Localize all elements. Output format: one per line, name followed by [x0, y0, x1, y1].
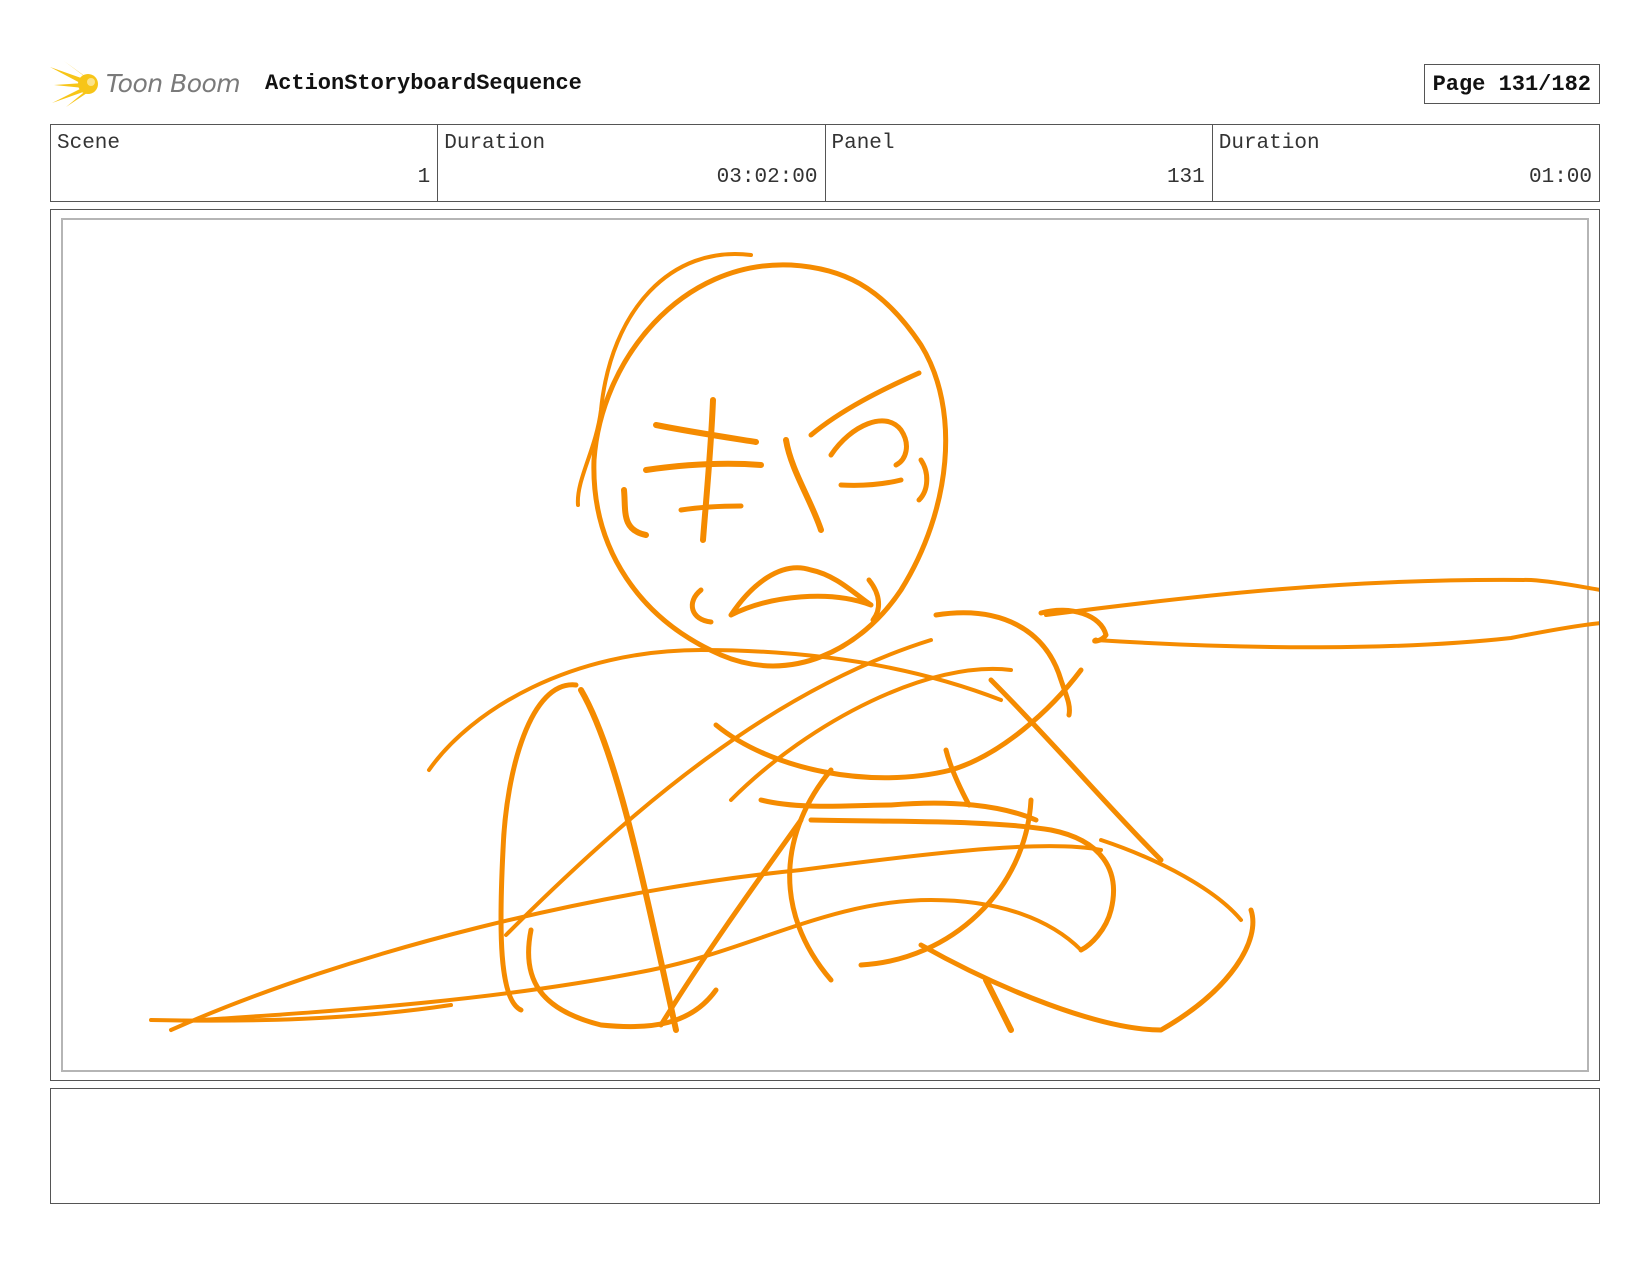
sketch-face-mark-1	[700, 397, 716, 543]
sketch-ear	[916, 457, 930, 503]
panel-duration-value: 01:00	[1528, 166, 1592, 189]
sketch-leg-mid	[658, 817, 804, 1028]
logo-text: Toon Boom	[106, 69, 241, 98]
panel-cell: Panel 131	[826, 125, 1213, 201]
sketch-chest-curve	[713, 667, 1084, 781]
sketch-head-outline	[591, 262, 949, 669]
sketch-belly	[787, 767, 834, 983]
panel-label: Panel	[831, 132, 895, 155]
page-header: Toon Boom ActionStoryboardSequence Page …	[50, 55, 1600, 115]
sketch-right-torso	[988, 677, 1164, 863]
storyboard-sketch	[149, 252, 1599, 1033]
sketch-brow-left	[653, 422, 759, 445]
panel-duration-cell: Duration 01:00	[1213, 125, 1599, 201]
panel-duration-label: Duration	[1218, 132, 1320, 155]
scene-duration-cell: Duration 03:02:00	[438, 125, 826, 201]
sketch-hip	[1099, 838, 1243, 922]
scene-value: 1	[417, 166, 431, 189]
toon-boom-logo-icon	[50, 61, 98, 107]
scene-label: Scene	[57, 132, 121, 155]
scene-duration-label: Duration	[444, 132, 546, 155]
sketch-eye-line	[838, 477, 904, 488]
sketch-pointing-arm-top	[1044, 577, 1599, 617]
sketch-waist-mark	[943, 747, 972, 808]
sketch-nose	[783, 437, 824, 533]
sequence-title: ActionStoryboardSequence	[265, 71, 582, 96]
scene-cell: Scene 1	[51, 125, 439, 201]
sketch-cheek-left	[621, 487, 649, 538]
sketch-face-mark-2	[678, 503, 744, 513]
sketch-mouth-left	[689, 587, 714, 625]
sketch-mouth-right	[866, 577, 881, 623]
sketch-eye-left	[643, 460, 764, 473]
panel-notes-box	[50, 1088, 1600, 1204]
toon-boom-logo: Toon Boom	[50, 59, 250, 109]
page-indicator: Page 131/182	[1423, 64, 1600, 104]
sketch-pointing-arm-bottom	[1094, 621, 1599, 650]
panel-value: 131	[1166, 166, 1205, 189]
sketch-left-arm	[498, 682, 579, 1013]
sketch-lower-body	[918, 907, 1256, 1033]
scene-duration-value: 03:02:00	[716, 166, 818, 189]
sketch-staff-top	[169, 844, 1103, 1032]
sketch-mouth	[728, 565, 874, 618]
panel-image-frame	[50, 209, 1600, 1081]
scene-info-table: Scene 1 Duration 03:02:00 Panel 131 Dura…	[50, 124, 1600, 202]
sketch-eye-right	[828, 418, 909, 468]
